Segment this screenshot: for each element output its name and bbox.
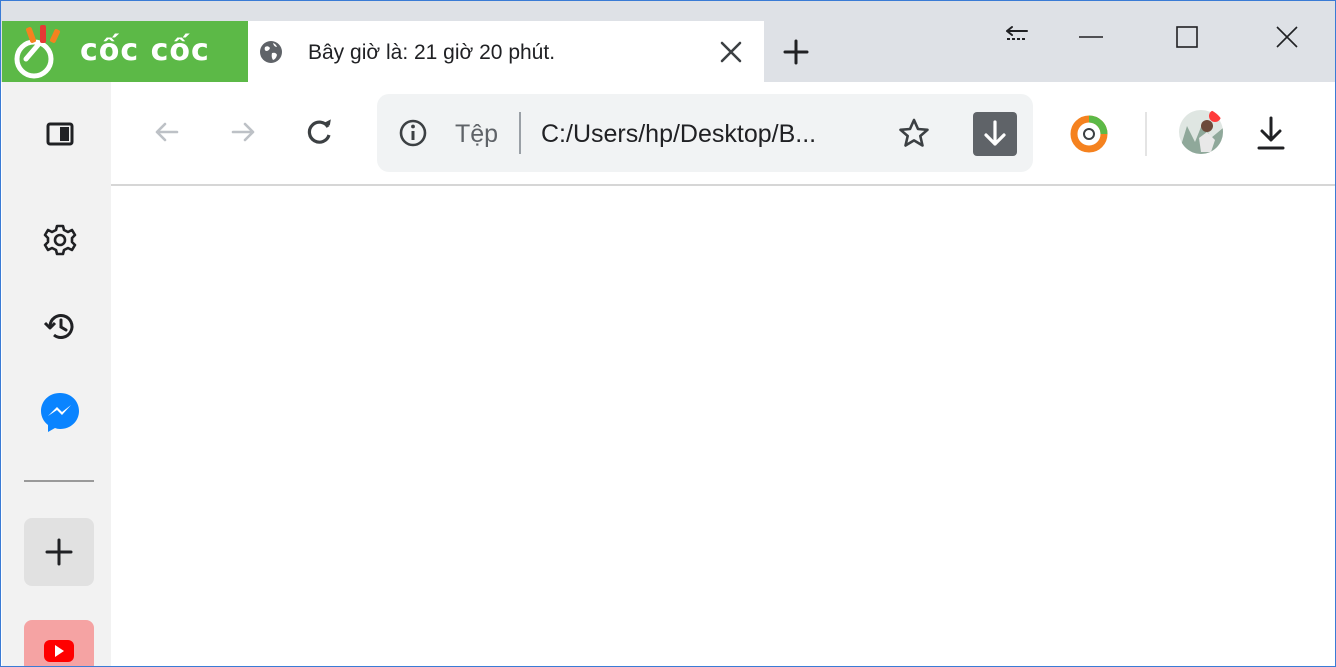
minimize-icon[interactable] <box>1073 19 1109 55</box>
globe-icon <box>260 41 282 63</box>
star-icon[interactable] <box>897 116 931 150</box>
sidebar-divider <box>24 480 94 482</box>
history-icon[interactable] <box>42 308 78 344</box>
profile-avatar[interactable] <box>1177 108 1225 156</box>
coccoc-extension-icon[interactable] <box>1069 114 1109 154</box>
messenger-icon[interactable] <box>38 390 82 434</box>
toolbar-divider <box>1145 112 1147 156</box>
youtube-app-button[interactable] <box>24 620 94 666</box>
reload-icon[interactable] <box>303 116 335 148</box>
address-bar[interactable]: Tệp C:/Users/hp/Desktop/B... <box>377 94 1033 172</box>
tab-search-icon[interactable] <box>999 19 1035 55</box>
tab-title: Bây giờ là: 21 giờ 20 phút. <box>308 41 556 64</box>
add-app-button[interactable] <box>24 518 94 586</box>
download-icon[interactable] <box>1253 114 1289 154</box>
coccoc-brand[interactable]: cốc cốc <box>2 21 248 82</box>
omnibox-separator <box>519 112 521 154</box>
coccoc-logo-icon <box>14 25 61 79</box>
coccoc-wordmark: cốc cốc <box>80 33 210 68</box>
plus-icon <box>45 538 73 566</box>
arrow-right-icon[interactable] <box>227 116 259 148</box>
url-scheme-label: Tệp <box>455 120 499 148</box>
new-tab-plus-icon[interactable] <box>783 39 809 65</box>
title-drag-area[interactable] <box>1 1 1335 21</box>
close-tab-icon[interactable] <box>718 39 744 65</box>
page-download-button[interactable] <box>973 112 1017 156</box>
gear-icon[interactable] <box>42 222 78 258</box>
arrow-left-icon[interactable] <box>151 116 183 148</box>
toolbar: Tệp C:/Users/hp/Desktop/B... <box>111 82 1335 186</box>
page-content[interactable] <box>111 188 1335 666</box>
url-text[interactable]: C:/Users/hp/Desktop/B... <box>541 120 816 149</box>
maximize-icon[interactable] <box>1169 19 1205 55</box>
tab-strip: cốc cốc Bây giờ là: 21 giờ 20 phút. <box>1 1 1335 82</box>
browser-window: cốc cốc Bây giờ là: 21 giờ 20 phút. Tệp … <box>0 0 1336 667</box>
side-panel-icon[interactable] <box>42 116 78 152</box>
download-arrow-icon <box>984 120 1006 146</box>
close-icon[interactable] <box>1269 19 1305 55</box>
active-tab[interactable]: Bây giờ là: 21 giờ 20 phút. <box>248 21 764 82</box>
sidebar <box>2 82 111 666</box>
info-icon[interactable] <box>397 117 429 149</box>
youtube-icon <box>44 640 74 662</box>
